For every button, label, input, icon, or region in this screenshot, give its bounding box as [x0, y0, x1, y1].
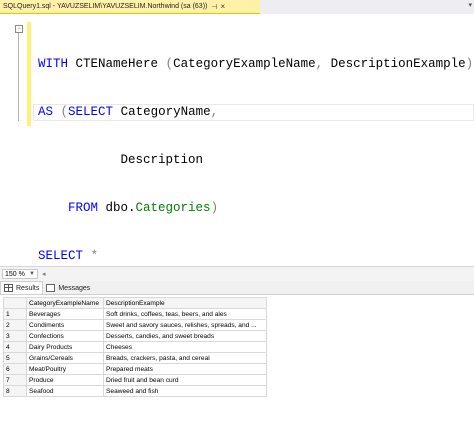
table-cell[interactable]: Sweet and savory sauces, relishes, sprea… — [103, 319, 267, 331]
table-row[interactable]: 5 Grains/Cereals Breads, crackers, pasta… — [3, 352, 267, 364]
table-cell[interactable]: Soft drinks, coffees, teas, beers, and a… — [103, 308, 267, 320]
tab-results-label: Results — [16, 284, 40, 292]
fold-guide-line — [18, 33, 19, 121]
table-row[interactable]: 7 Produce Dried fruit and bean curd — [3, 374, 267, 386]
zoom-bar: 150 % ▼ ◂ — [0, 266, 474, 282]
row-number[interactable]: 6 — [3, 363, 27, 375]
table-row[interactable]: 2 Condiments Sweet and savory sauces, re… — [3, 319, 267, 331]
table-cell[interactable]: Grains/Cereals — [26, 352, 104, 364]
pin-icon[interactable]: ⊣ — [211, 3, 217, 11]
tab-sqlquery1[interactable]: SQLQuery1.sql - YAVUZSELIM\YAVUZSELIM.No… — [0, 0, 260, 14]
column-header[interactable]: DescriptionExample — [103, 297, 267, 309]
close-tab-button[interactable]: × — [220, 2, 225, 11]
row-number[interactable]: 4 — [3, 341, 27, 353]
table-row[interactable]: 8 Seafood Seaweed and fish — [3, 385, 267, 397]
table-cell[interactable]: Desserts, candies, and sweet breads — [103, 330, 267, 342]
row-number[interactable]: 1 — [3, 308, 27, 320]
code-line: WITH CTENameHere (CategoryExampleName, D… — [38, 57, 474, 71]
message-icon — [46, 284, 56, 292]
tab-messages[interactable]: Messages — [43, 282, 93, 294]
code-line: SELECT * — [38, 249, 99, 263]
table-cell[interactable]: Meat/Poultry — [26, 363, 104, 375]
table-cell[interactable]: Breads, crackers, pasta, and cereal — [103, 352, 267, 364]
results-pane: CategoryExampleName DescriptionExample 1… — [0, 295, 474, 432]
result-tabs: Results Messages — [0, 281, 474, 295]
code-line: Description — [38, 153, 204, 167]
table-cell[interactable]: Confections — [26, 330, 104, 342]
table-cell[interactable]: Seafood — [26, 385, 104, 397]
changed-lines-indicator — [27, 22, 31, 126]
grid-header-row: CategoryExampleName DescriptionExample — [3, 297, 267, 309]
row-number-header[interactable] — [3, 297, 27, 309]
table-cell[interactable]: Produce — [26, 374, 104, 386]
chevron-down-icon[interactable]: ▾ — [468, 1, 472, 9]
column-header[interactable]: CategoryExampleName — [26, 297, 104, 309]
zoom-value: 150 % — [5, 270, 25, 278]
zoom-select[interactable]: 150 % ▼ — [2, 269, 38, 279]
table-cell[interactable]: Dairy Products — [26, 341, 104, 353]
tab-title: SQLQuery1.sql - YAVUZSELIM\YAVUZSELIM.No… — [3, 3, 208, 10]
code-line: AS (SELECT CategoryName, — [38, 105, 219, 119]
table-cell[interactable]: Beverages — [26, 308, 104, 320]
row-number[interactable]: 5 — [3, 352, 27, 364]
row-number[interactable]: 8 — [3, 385, 27, 397]
table-row[interactable]: 6 Meat/Poultry Prepared meats — [3, 363, 267, 375]
table-cell[interactable]: Dried fruit and bean curd — [103, 374, 267, 386]
query-editor[interactable]: − WITH CTENameHere (CategoryExampleName,… — [0, 14, 474, 311]
row-number[interactable]: 2 — [3, 319, 27, 331]
table-cell[interactable]: Prepared meats — [103, 363, 267, 375]
row-number[interactable]: 3 — [3, 330, 27, 342]
row-number[interactable]: 7 — [3, 374, 27, 386]
collapse-icon[interactable]: − — [15, 25, 23, 33]
table-row[interactable]: 1 Beverages Soft drinks, coffees, teas, … — [3, 308, 267, 320]
table-cell[interactable]: Condiments — [26, 319, 104, 331]
tab-messages-label: Messages — [58, 284, 91, 292]
table-cell[interactable]: Seaweed and fish — [103, 385, 267, 397]
tab-results[interactable]: Results — [0, 281, 44, 294]
results-grid: CategoryExampleName DescriptionExample 1… — [3, 297, 267, 397]
table-row[interactable]: 3 Confections Desserts, candies, and swe… — [3, 330, 267, 342]
scroll-left-icon[interactable]: ◂ — [42, 270, 46, 278]
table-cell[interactable]: Cheeses — [103, 341, 267, 353]
code-line: FROM dbo.Categories) — [68, 201, 219, 215]
chevron-down-icon: ▼ — [29, 271, 35, 277]
document-tab-bar: SQLQuery1.sql - YAVUZSELIM\YAVUZSELIM.No… — [0, 0, 474, 14]
grid-icon — [4, 284, 13, 292]
table-row[interactable]: 4 Dairy Products Cheeses — [3, 341, 267, 353]
